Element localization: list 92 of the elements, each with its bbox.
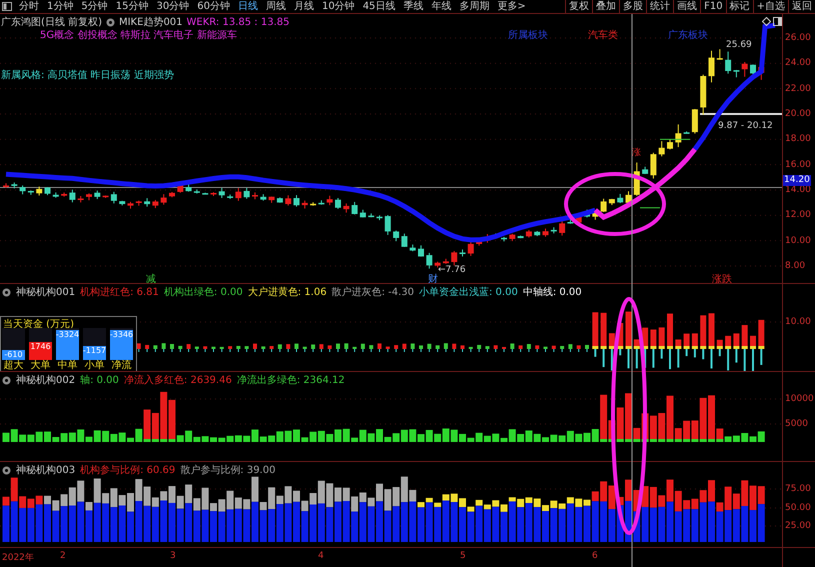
- indicator-reading: 轴: 0.00: [80, 374, 119, 387]
- period-tab[interactable]: 多周期: [455, 0, 494, 13]
- fund-value: -3324: [56, 330, 80, 340]
- event-marker: 涨跌: [712, 272, 732, 283]
- signal-mark: 涨: [632, 146, 641, 159]
- value-tick: 50.00: [785, 502, 811, 514]
- fund-category: 超大: [4, 360, 24, 371]
- low-price-label: ←7.76: [438, 265, 466, 275]
- high-price-label: 25.69: [726, 40, 752, 50]
- toolbar-button[interactable]: 标记: [726, 0, 753, 13]
- period-tab[interactable]: 分时: [15, 0, 43, 13]
- period-tab[interactable]: 60分钟: [193, 0, 234, 13]
- period-tab[interactable]: 更多>: [493, 0, 530, 13]
- period-tab[interactable]: 周线: [262, 0, 290, 13]
- gear-icon[interactable]: [106, 18, 115, 26]
- gear-icon[interactable]: [2, 466, 11, 474]
- period-tab[interactable]: 5分钟: [77, 0, 112, 13]
- sector-label: 汽车类: [588, 28, 618, 42]
- gear-icon[interactable]: [2, 376, 11, 384]
- date-label: 3: [170, 551, 176, 561]
- indicator-reading: 机构出绿色: 0.00: [164, 286, 243, 299]
- date-label: 5: [460, 551, 466, 561]
- toolbar-button[interactable]: +自选: [752, 0, 788, 13]
- price-tick: 8.00: [785, 260, 806, 272]
- toolbar-button[interactable]: 复权: [565, 0, 592, 13]
- period-tab[interactable]: 日线: [234, 0, 262, 13]
- panel-icon[interactable]: [2, 2, 12, 11]
- indicator-name: 神秘机构002: [16, 374, 76, 387]
- toolbar-button[interactable]: F10: [700, 0, 726, 13]
- fund-category: 净流: [112, 360, 132, 371]
- price-tick: 18.00: [785, 133, 811, 146]
- fund-value: -610: [4, 350, 23, 360]
- sector-label: 所属板块: [508, 28, 548, 42]
- current-price-tag: 14.20: [783, 175, 811, 186]
- diamond-icon[interactable]: [762, 17, 771, 26]
- date-label: 2: [60, 551, 66, 561]
- value-tick: 75.00: [785, 483, 811, 495]
- indicator-reading: 小单资金出浅蓝: 0.00: [419, 286, 518, 299]
- price-tick: 24.00: [785, 57, 811, 70]
- price-range-label: 9.87 - 20.12: [718, 121, 773, 131]
- fund-value: -1157: [82, 346, 106, 356]
- fund-category: 中单: [58, 360, 78, 371]
- indicator-reading: 散户进灰色: -4.30: [332, 286, 414, 299]
- toolbar-button[interactable]: 多股: [619, 0, 646, 13]
- value-tick: 5000: [785, 418, 808, 430]
- fund-value: 1746: [30, 342, 51, 352]
- price-tick: 22.00: [785, 82, 811, 95]
- event-marker: 财: [428, 272, 438, 283]
- style-description: 新属风格: 高贝塔值 昨日振荡 近期强势: [1, 68, 174, 82]
- toolbar-button[interactable]: 统计: [646, 0, 674, 13]
- toolbar-button[interactable]: 画线: [673, 0, 700, 13]
- toolbar-button[interactable]: 叠加: [592, 0, 620, 13]
- window-icon[interactable]: [773, 17, 782, 26]
- value-tick: 10000: [785, 393, 814, 405]
- value-tick: 10.00: [785, 316, 811, 328]
- indicator-reading: 净流入多红色: 2639.46: [124, 374, 232, 387]
- period-tab[interactable]: 1分钟: [43, 0, 78, 13]
- price-tick: 16.00: [785, 158, 811, 171]
- indicator-name: 神秘机构001: [16, 286, 76, 299]
- period-tab[interactable]: 10分钟: [318, 0, 359, 13]
- value-tick: 25.00: [785, 520, 811, 532]
- sector-label: 广东板块: [668, 28, 708, 42]
- period-tab[interactable]: 30分钟: [152, 0, 194, 13]
- period-tab[interactable]: 季线: [399, 0, 428, 13]
- period-tab[interactable]: 15分钟: [112, 0, 152, 13]
- indicator-reading: 机构参与比例: 60.69: [80, 464, 176, 477]
- indicator-name: MIKE趋势001: [118, 16, 183, 29]
- price-tick: 26.00: [785, 32, 811, 44]
- indicator-reading: 净流出多绿色: 2364.12: [236, 374, 345, 387]
- indicator-reading: 机构进红色: 6.81: [80, 286, 159, 299]
- stock-title: 广东鸿图(日线 前复权): [1, 16, 102, 29]
- period-tab[interactable]: 年线: [427, 0, 456, 13]
- price-tick: 10.00: [785, 234, 811, 247]
- indicator-name: 神秘机构003: [16, 464, 76, 477]
- indicator-reading: 大户进黄色: 1.06: [248, 286, 327, 299]
- fund-category: 小单: [84, 360, 104, 371]
- concept-tags: 5G概念 创投概念 特斯拉 汽车电子 新能源车: [40, 28, 237, 42]
- date-label: 6: [592, 551, 598, 561]
- date-label: 4: [318, 551, 324, 561]
- fund-box-title: 当天资金 (万元): [3, 318, 74, 331]
- period-tab[interactable]: 45日线: [358, 0, 400, 13]
- toolbar-button[interactable]: 返回: [788, 0, 815, 13]
- price-tick: 12.00: [785, 209, 811, 222]
- date-label: 2022年: [2, 552, 34, 564]
- gear-icon[interactable]: [2, 288, 11, 296]
- price-tick: 20.00: [785, 108, 811, 120]
- fund-value: -3346: [110, 330, 134, 340]
- indicator-reading: 中轴线: 0.00: [522, 286, 582, 299]
- indicator-reading: 散户参与比例: 39.00: [180, 464, 276, 477]
- indicator-value: WEKR: 13.85 : 13.85: [186, 16, 290, 28]
- period-tab[interactable]: 月线: [290, 0, 318, 13]
- fund-category: 大单: [30, 360, 50, 371]
